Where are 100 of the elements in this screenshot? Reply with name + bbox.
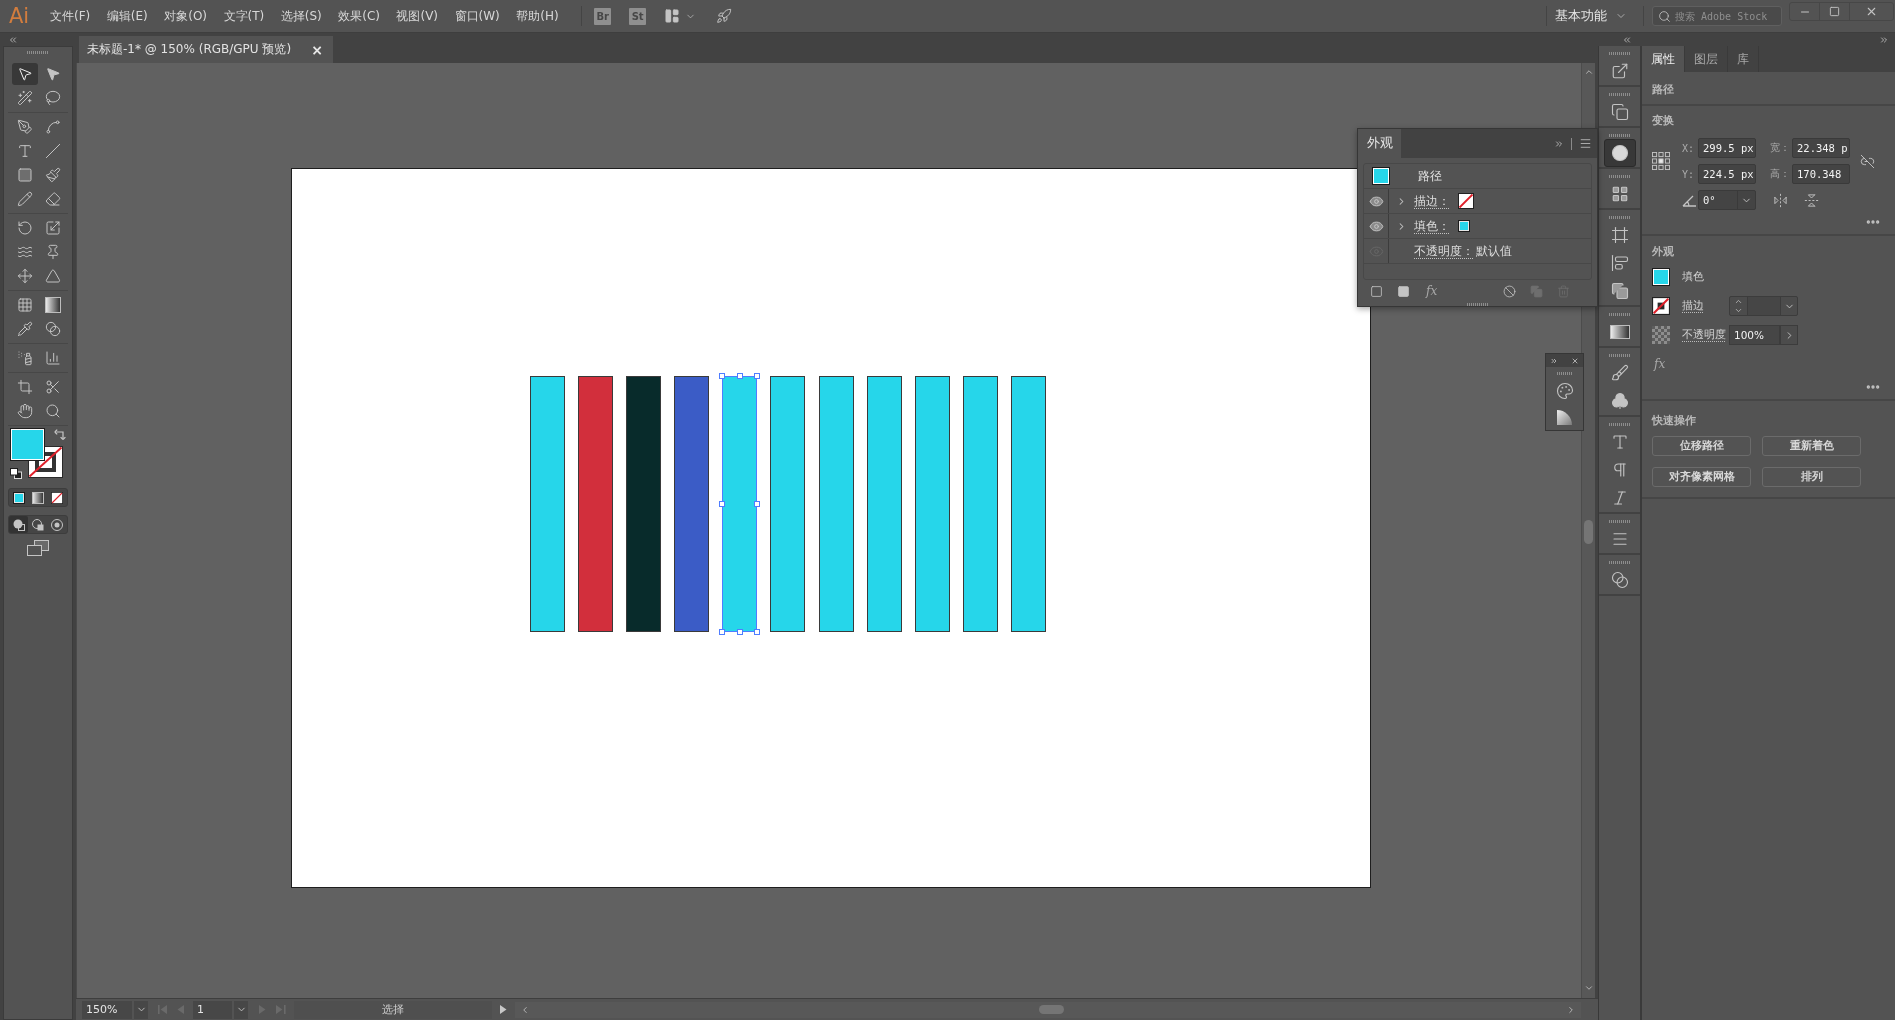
document-tab[interactable]: 未标题-1* @ 150% (RGB/GPU 预览) × xyxy=(79,36,333,63)
no-sign-icon[interactable] xyxy=(1503,284,1516,298)
resize-handle[interactable] xyxy=(736,629,743,635)
appearance-row[interactable]: 路径 xyxy=(1364,164,1591,189)
stroke-link[interactable]: 描边 xyxy=(1682,299,1729,313)
close-icon[interactable] xyxy=(1571,356,1579,365)
grip-handle[interactable] xyxy=(27,51,49,54)
overlapping-windows-icon[interactable] xyxy=(27,540,49,556)
double-chevron-right-icon[interactable] xyxy=(1554,138,1564,149)
opacity-menu-button[interactable] xyxy=(1780,325,1798,345)
height-field[interactable]: 170.348 xyxy=(1792,164,1850,184)
fill-swatch[interactable] xyxy=(10,428,45,461)
menu-item[interactable]: 编辑(E) xyxy=(100,4,154,28)
menu-icon[interactable] xyxy=(1579,137,1592,150)
fill-swatch[interactable] xyxy=(1652,268,1670,286)
appearance-row[interactable]: 填色： xyxy=(1364,214,1591,239)
menu-item[interactable]: 窗口(W) xyxy=(448,4,506,28)
resize-handle[interactable] xyxy=(719,629,726,635)
color-swatch-icon[interactable] xyxy=(1458,220,1470,232)
reference-point-icon[interactable] xyxy=(1652,152,1670,170)
grip-handle[interactable] xyxy=(1608,313,1631,316)
x-field[interactable]: 299.5 px xyxy=(1698,138,1756,158)
attribute-link[interactable]: 填色： xyxy=(1414,218,1450,234)
appearance-row[interactable]: 描边： xyxy=(1364,189,1591,214)
panel-tab[interactable]: 库 xyxy=(1728,46,1759,72)
double-chevron-right-icon[interactable] xyxy=(1879,34,1889,45)
default-colors-icon[interactable] xyxy=(10,468,22,479)
y-field[interactable]: 224.5 px xyxy=(1698,164,1756,184)
effects-button[interactable]: fx xyxy=(1424,284,1440,298)
menu-item[interactable]: 效果(C) xyxy=(332,4,386,28)
flip-vertical-icon[interactable] xyxy=(1804,192,1819,208)
none-swatch-icon[interactable] xyxy=(1458,193,1474,209)
quick-action-button[interactable]: 排列 xyxy=(1762,467,1861,487)
attribute-link[interactable]: 不透明度： xyxy=(1414,243,1474,259)
angle-field[interactable]: 0° xyxy=(1698,190,1756,210)
grip-handle[interactable] xyxy=(1608,423,1631,426)
resize-handle[interactable] xyxy=(736,373,743,379)
rocket-icon[interactable] xyxy=(716,8,733,24)
grip-handle[interactable] xyxy=(1608,520,1631,523)
artboard-dropdown-button[interactable] xyxy=(234,1000,248,1019)
chevron-left-icon[interactable] xyxy=(520,1004,530,1015)
menu-item[interactable]: 文字(T) xyxy=(217,4,271,28)
double-chevron-left-icon[interactable] xyxy=(1622,34,1632,45)
quick-action-button[interactable]: 重新着色 xyxy=(1762,436,1861,456)
draw-mode-button[interactable] xyxy=(9,516,29,533)
grip-handle[interactable] xyxy=(1608,561,1631,564)
chevron-down-icon[interactable] xyxy=(1583,983,1594,993)
tool-button[interactable] xyxy=(12,63,38,85)
broken-link-icon[interactable] xyxy=(1860,153,1875,169)
grip-handle[interactable] xyxy=(1608,354,1631,357)
quick-action-button[interactable]: 对齐像素网格 xyxy=(1652,467,1751,487)
quick-action-button[interactable]: 位移路径 xyxy=(1652,436,1751,456)
opacity-link[interactable]: 不透明度 xyxy=(1682,328,1729,342)
flip-horizontal-icon[interactable] xyxy=(1773,192,1788,208)
triangle-right-icon[interactable] xyxy=(498,1004,509,1015)
grip-handle[interactable] xyxy=(1608,216,1631,219)
chevron-up-icon[interactable] xyxy=(1583,67,1594,77)
grip-handle[interactable] xyxy=(1466,302,1489,306)
grip-handle[interactable] xyxy=(1608,175,1631,178)
chevron-down-icon[interactable] xyxy=(1734,306,1743,315)
panel-button[interactable] xyxy=(1603,139,1636,167)
grip-handle[interactable] xyxy=(1608,52,1631,55)
square-icon[interactable] xyxy=(1370,284,1383,298)
appearance-row[interactable]: 不透明度： 默认值 xyxy=(1364,239,1591,264)
search-field[interactable]: 搜索 Adobe Stock xyxy=(1652,6,1782,26)
menu-item[interactable]: 对象(O) xyxy=(158,4,214,28)
menu-item[interactable]: 选择(S) xyxy=(274,4,328,28)
resize-handle[interactable] xyxy=(719,373,726,379)
horizontal-scrollbar[interactable] xyxy=(515,1001,1581,1018)
resize-handle[interactable] xyxy=(754,501,761,507)
width-field[interactable]: 22.348 p xyxy=(1792,138,1850,158)
filled-square-icon[interactable] xyxy=(1397,284,1410,298)
resize-handle[interactable] xyxy=(754,373,761,379)
zoom-dropdown-button[interactable] xyxy=(134,1000,148,1019)
resize-handle[interactable] xyxy=(754,629,761,635)
eye-icon[interactable] xyxy=(1368,218,1384,234)
panel-tab[interactable]: 图层 xyxy=(1685,46,1728,72)
resize-handle[interactable] xyxy=(719,501,726,507)
double-chevron-left-icon[interactable] xyxy=(8,34,18,45)
close-button[interactable]: × xyxy=(309,41,325,58)
swap-arrow-icon[interactable] xyxy=(54,428,66,440)
grip-handle[interactable] xyxy=(1556,372,1573,375)
layout-dropdown[interactable] xyxy=(664,8,697,24)
menu-item[interactable]: 帮助(H) xyxy=(510,4,565,28)
grip-handle[interactable] xyxy=(1608,134,1631,137)
zoom-field[interactable]: 150% xyxy=(82,1000,132,1019)
attribute-link[interactable]: 描边： xyxy=(1414,193,1450,209)
artboard-field[interactable]: 1 xyxy=(193,1000,232,1019)
workspace-dropdown[interactable]: 基本功能 xyxy=(1547,7,1635,25)
eye-icon[interactable] xyxy=(1368,193,1384,209)
chevron-right-icon[interactable] xyxy=(1566,1004,1576,1015)
menu-item[interactable]: 视图(V) xyxy=(390,4,445,28)
effects-button[interactable]: fx xyxy=(1652,357,1668,371)
panel-tab[interactable]: 外观 xyxy=(1358,129,1401,158)
menu-item[interactable]: 文件(F) xyxy=(44,4,97,28)
double-chevron-right-icon[interactable] xyxy=(1550,356,1558,365)
opacity-field[interactable]: 100% xyxy=(1729,325,1780,345)
panel-tab[interactable]: 属性 xyxy=(1642,46,1685,72)
scrollbar-thumb[interactable] xyxy=(1039,1005,1064,1014)
grip-handle[interactable] xyxy=(1608,93,1631,96)
